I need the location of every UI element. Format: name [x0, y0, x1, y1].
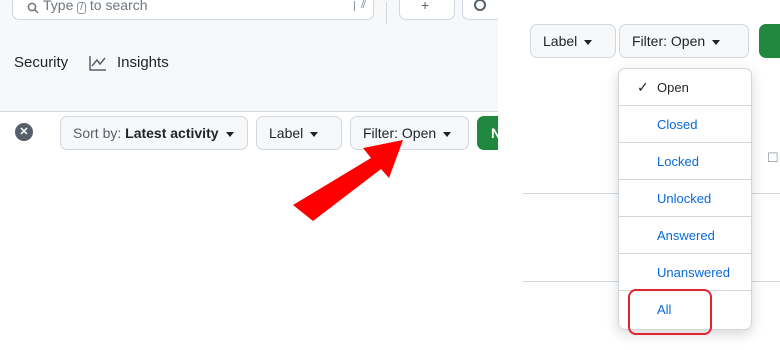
filter-option-label: Unanswered — [657, 265, 730, 280]
filter-option-label: Unlocked — [657, 191, 712, 206]
search-input[interactable]: Type / to search ⫽ — [12, 0, 374, 20]
header-divider — [386, 2, 387, 24]
new-button-text: N — [491, 125, 498, 141]
filter-option-locked[interactable]: Locked — [619, 143, 751, 180]
search-placeholder-before: Type — [43, 0, 74, 13]
filter-option-open[interactable]: ✓ Open — [619, 69, 751, 106]
filter-option-label: Answered — [657, 228, 715, 243]
new-discussion-button[interactable]: N — [477, 116, 498, 150]
chevron-down-icon — [712, 39, 721, 45]
check-icon: ✓ — [637, 79, 649, 95]
filter-button[interactable]: Filter: Open — [619, 24, 749, 58]
search-divider — [354, 1, 355, 11]
issue-opened-icon — [474, 0, 486, 11]
filter-option-label: Open — [657, 80, 689, 95]
filter-option-closed[interactable]: Closed — [619, 106, 751, 143]
sort-value: Latest activity — [125, 125, 219, 141]
sort-button[interactable]: Sort by: Latest activity — [60, 116, 248, 150]
x-circle-fill-icon[interactable]: ✕ — [15, 123, 33, 141]
left-screenshot: Type / to search ⫽ + Security Insights ✕… — [0, 0, 498, 350]
search-placeholder: Type / to search — [43, 0, 148, 14]
repo-header: Type / to search ⫽ + Security Insights — [0, 0, 498, 112]
label-button-text: Label — [543, 33, 578, 49]
search-icon — [27, 1, 39, 14]
create-new-button[interactable]: + — [399, 0, 455, 20]
tab-insights[interactable]: Insights — [117, 54, 169, 71]
chevron-down-icon — [225, 131, 234, 137]
graph-icon — [89, 55, 107, 71]
new-discussion-button[interactable] — [759, 24, 780, 58]
filter-option-answered[interactable]: Answered — [619, 217, 751, 254]
issues-button[interactable] — [462, 0, 498, 20]
right-screenshot: Label Filter: Open ☐ ✓ Open Closed Locke… — [523, 0, 780, 350]
filter-option-label: Closed — [657, 117, 698, 132]
search-shortcut-key: / — [77, 2, 87, 14]
command-palette-icon[interactable]: ⫽ — [361, 0, 366, 12]
annotation-highlight-box — [628, 289, 712, 335]
filter-option-unanswered[interactable]: Unanswered — [619, 254, 751, 291]
filter-button-text: Filter: Open — [632, 33, 706, 49]
chevron-down-icon — [584, 39, 593, 45]
sort-prefix: Sort by: — [73, 125, 122, 141]
search-placeholder-after: to search — [89, 0, 148, 13]
annotation-arrow — [293, 140, 403, 221]
chevron-down-icon — [443, 131, 452, 137]
tab-security[interactable]: Security — [14, 54, 68, 71]
plus-icon: + — [421, 0, 430, 13]
filter-option-label: Locked — [657, 154, 699, 169]
label-button[interactable]: Label — [530, 24, 616, 58]
filter-option-unlocked[interactable]: Unlocked — [619, 180, 751, 217]
comment-icon: ☐ — [767, 150, 779, 165]
